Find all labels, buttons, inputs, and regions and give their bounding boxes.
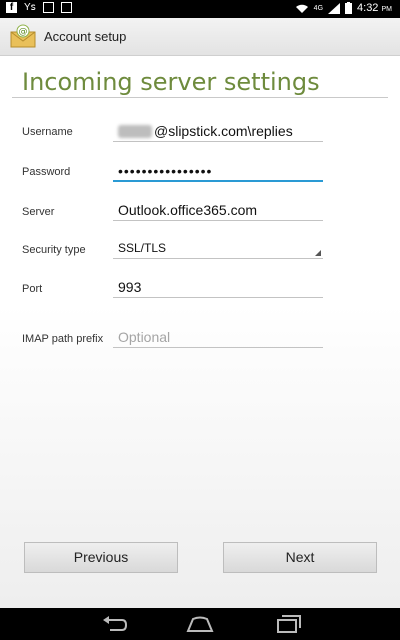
email-icon: @	[10, 24, 36, 48]
security-type-dropdown[interactable]: SSL/TLS	[113, 237, 323, 259]
dropdown-caret-icon	[315, 250, 321, 256]
server-value: Outlook.office365.com	[118, 202, 258, 218]
settings-form: Incoming server settings Username @slips…	[0, 56, 400, 608]
server-label: Server	[22, 206, 55, 218]
password-label: Password	[22, 166, 71, 178]
password-value: ••••••••••••••••	[118, 163, 213, 179]
password-field[interactable]: ••••••••••••••••	[113, 160, 323, 182]
network-type: 4G	[313, 4, 324, 12]
system-icons: 4G 4:32 PM	[295, 2, 392, 14]
action-bar: @ Account setup	[0, 18, 400, 56]
clock: 4:32 PM	[357, 2, 392, 14]
server-field[interactable]: Outlook.office365.com	[113, 199, 323, 221]
security-type-label: Security type	[22, 244, 86, 256]
port-value: 993	[118, 279, 142, 295]
home-icon[interactable]	[186, 614, 214, 634]
recents-icon[interactable]	[274, 614, 302, 634]
username-value: @slipstick.com\replies	[154, 123, 293, 139]
facebook-icon: f	[6, 2, 17, 13]
image-icon	[42, 2, 54, 13]
next-button[interactable]: Next	[223, 542, 377, 573]
wifi-icon	[295, 4, 308, 13]
image-icon	[60, 2, 72, 13]
imap-path-prefix-field[interactable]: Optional	[113, 326, 323, 348]
security-type-value: SSL/TLS	[118, 241, 167, 255]
action-bar-title: Account setup	[44, 29, 127, 44]
imap-path-prefix-label: IMAP path prefix	[22, 333, 104, 345]
imap-path-prefix-placeholder: Optional	[118, 329, 171, 345]
y-icon: Yꜱ	[24, 2, 36, 13]
username-field[interactable]: @slipstick.com\replies	[113, 120, 323, 142]
redacted-username	[118, 125, 152, 138]
svg-text:@: @	[19, 27, 28, 37]
previous-button[interactable]: Previous	[24, 542, 178, 573]
port-label: Port	[22, 283, 43, 295]
status-bar: f Yꜱ 4G 4:32 PM	[0, 0, 400, 18]
signal-icon	[328, 2, 341, 14]
page-title: Incoming server settings	[22, 68, 320, 96]
navigation-bar	[0, 608, 400, 640]
port-field[interactable]: 993	[113, 276, 323, 298]
username-label: Username	[22, 126, 73, 138]
title-divider	[12, 97, 388, 98]
battery-icon	[345, 2, 353, 14]
back-icon[interactable]	[100, 614, 128, 634]
notification-icons: f Yꜱ	[6, 2, 72, 13]
